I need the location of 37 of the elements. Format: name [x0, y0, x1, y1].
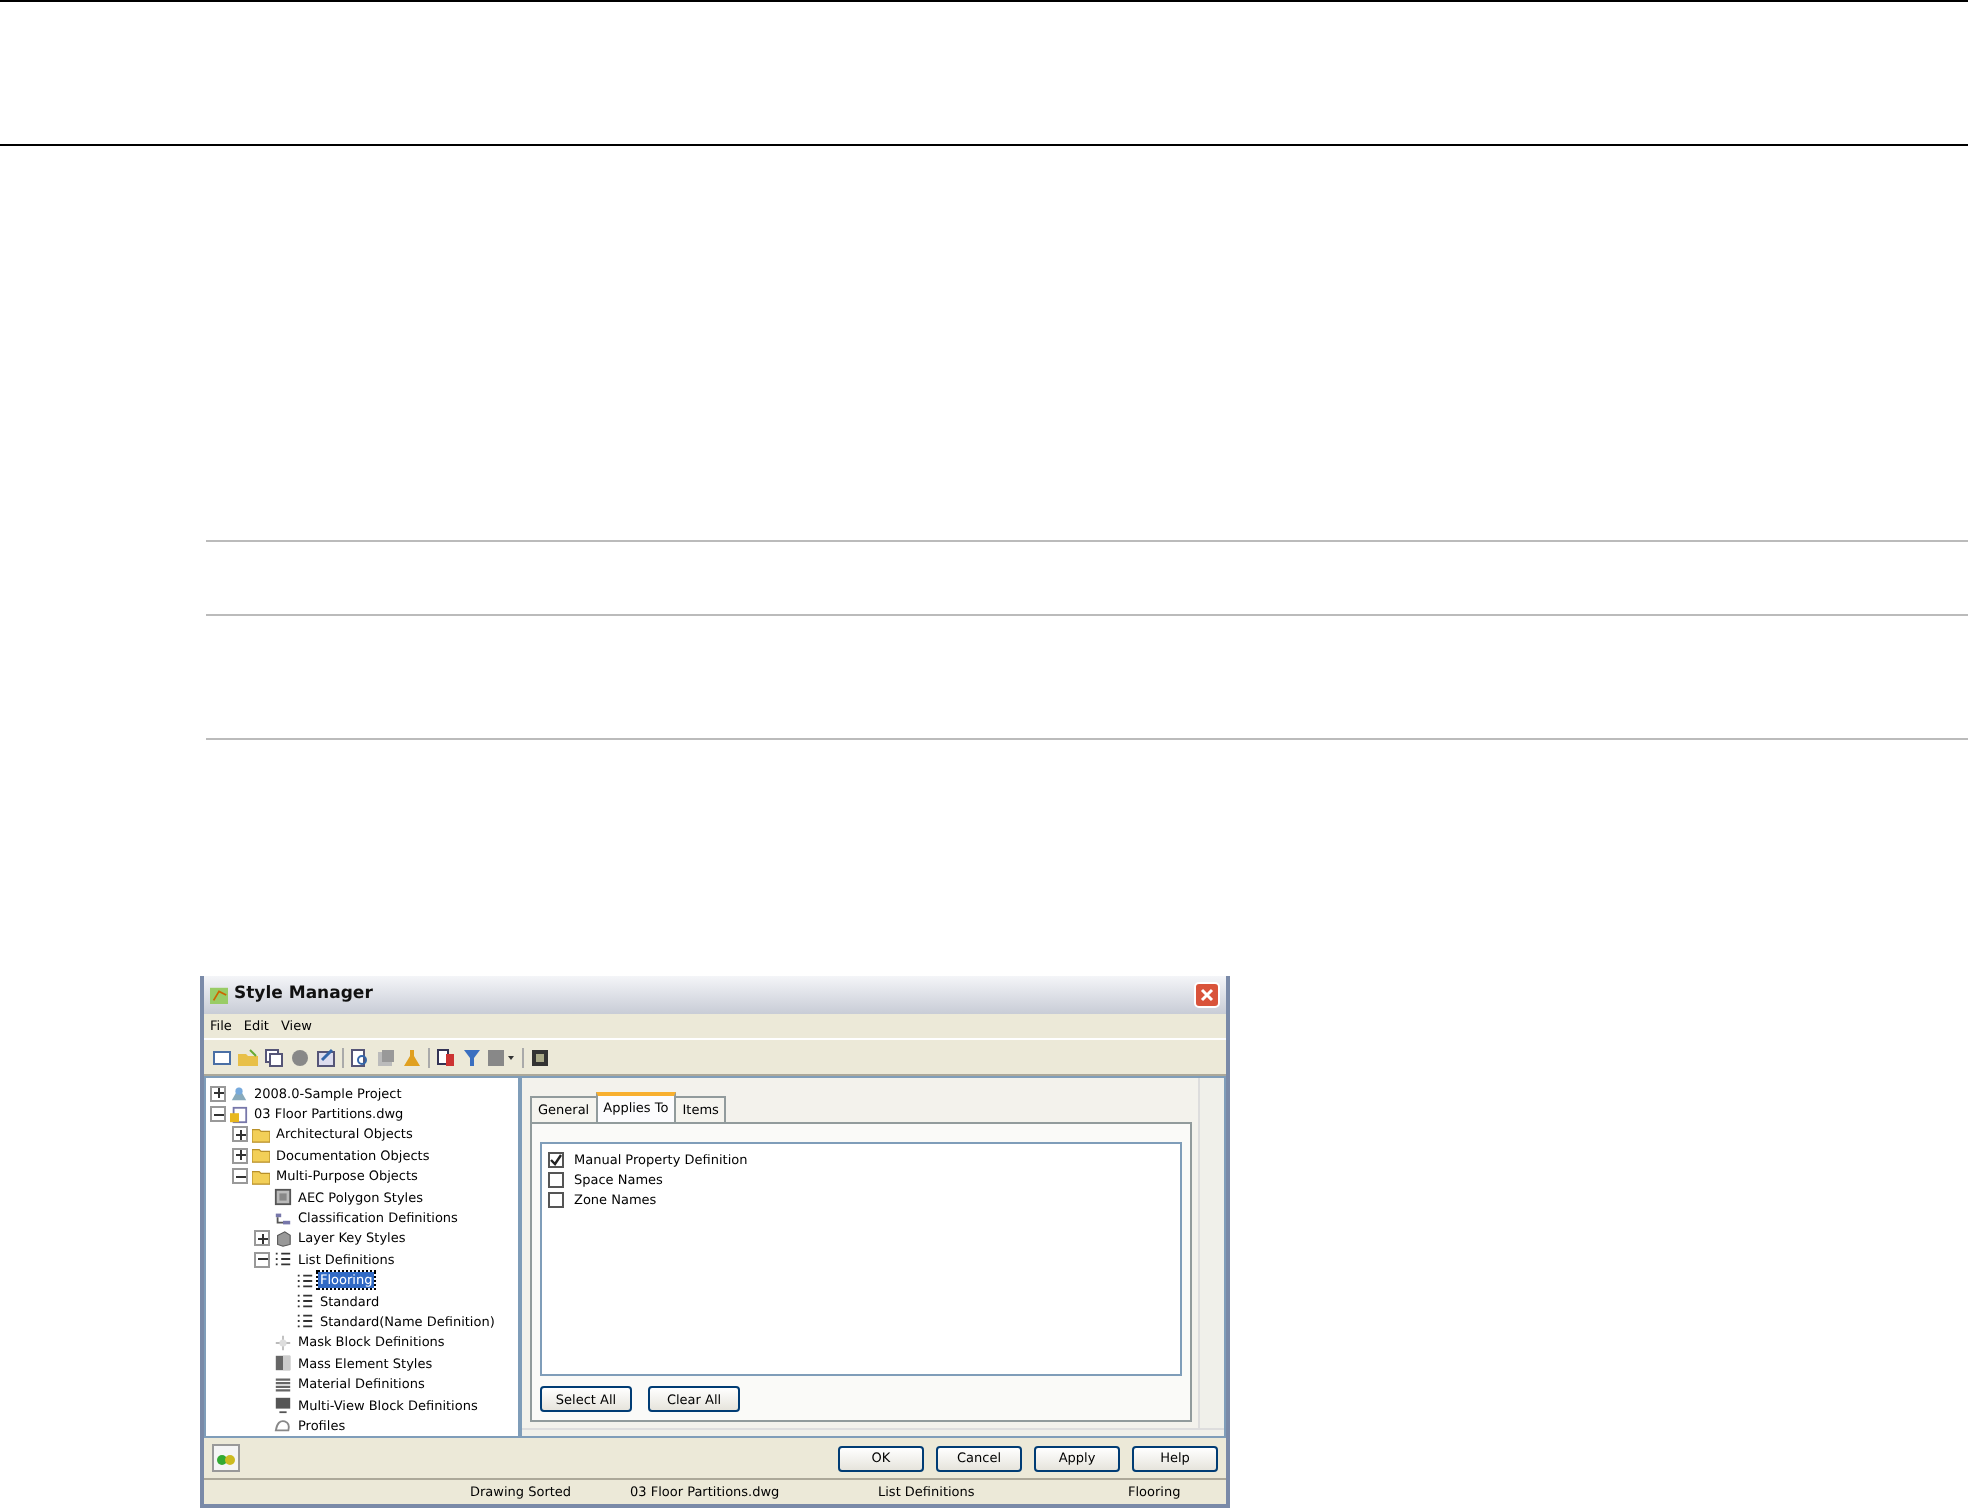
list-icon: [296, 1312, 314, 1331]
close-icon[interactable]: [1194, 981, 1220, 1008]
copy-icon[interactable]: [264, 1047, 284, 1068]
monitor-icon: [274, 1396, 292, 1415]
cube-icon: [274, 1229, 292, 1248]
square-icon: [274, 1188, 292, 1207]
chart-icon: [210, 985, 228, 1004]
collapse-icon[interactable]: [254, 1251, 270, 1268]
window-title: Style Manager: [234, 984, 375, 1005]
project-icon: [230, 1084, 248, 1103]
expand-icon[interactable]: [210, 1085, 226, 1102]
collapse-icon[interactable]: [210, 1106, 226, 1123]
checkbox[interactable]: [548, 1192, 564, 1209]
list-icon: [296, 1271, 314, 1290]
expand-icon[interactable]: [232, 1147, 248, 1164]
list-icon: [274, 1250, 292, 1269]
documents-icon[interactable]: [436, 1047, 456, 1068]
document-icon: [230, 1105, 248, 1124]
mask-icon: [274, 1333, 292, 1352]
grid-icon: [274, 1209, 292, 1227]
new-icon[interactable]: [212, 1047, 232, 1068]
vertical-scrollbar[interactable]: [1198, 1078, 1224, 1429]
checkbox[interactable]: [548, 1152, 564, 1169]
expand-icon[interactable]: [254, 1230, 270, 1247]
circle-icon[interactable]: [290, 1047, 310, 1068]
profile-icon: [274, 1416, 292, 1435]
search-icon[interactable]: [350, 1047, 370, 1068]
dropdown-icon[interactable]: [488, 1047, 516, 1068]
funnel-icon[interactable]: [462, 1047, 482, 1068]
edit-icon[interactable]: [316, 1047, 336, 1068]
expand-icon[interactable]: [232, 1126, 248, 1143]
list-icon: [296, 1292, 314, 1311]
collapse-icon[interactable]: [232, 1168, 248, 1185]
block-icon: [274, 1354, 292, 1373]
material-icon: [274, 1375, 292, 1394]
checkbox[interactable]: [548, 1172, 564, 1189]
film-icon[interactable]: [530, 1047, 550, 1068]
